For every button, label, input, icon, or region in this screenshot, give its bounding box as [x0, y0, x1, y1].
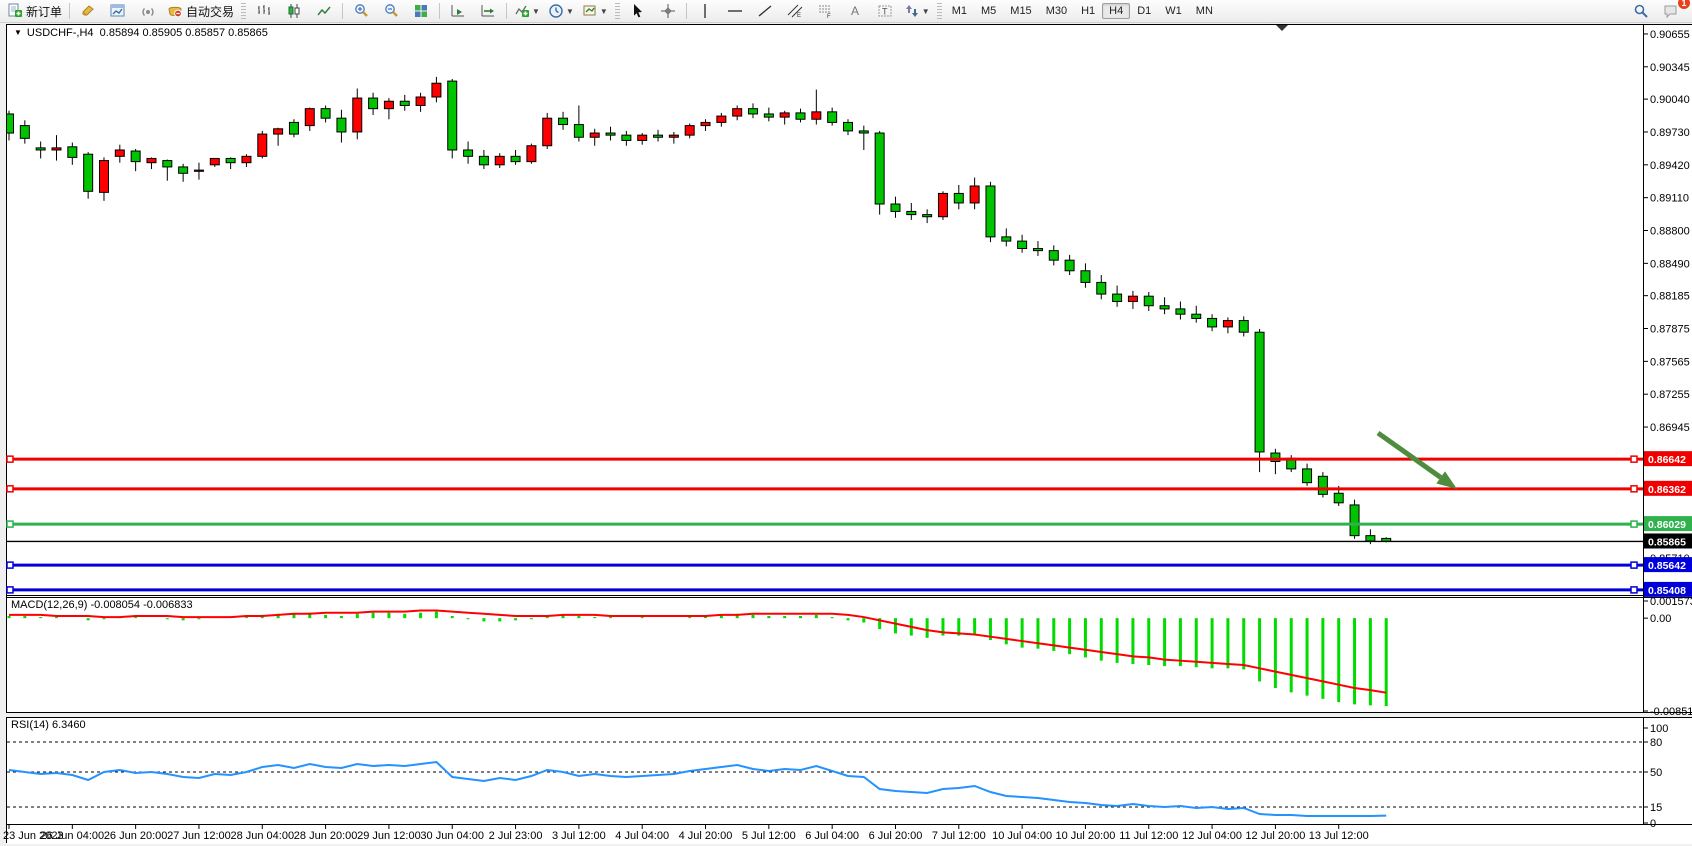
svg-text:100: 100	[1650, 723, 1668, 735]
svg-text:6 Jul 04:00: 6 Jul 04:00	[805, 830, 859, 842]
svg-text:27 Jun 12:00: 27 Jun 12:00	[167, 830, 231, 842]
svg-text:12 Jul 04:00: 12 Jul 04:00	[1182, 830, 1242, 842]
svg-text:0.90655: 0.90655	[1650, 29, 1690, 41]
svg-text:0.00: 0.00	[1650, 613, 1671, 625]
svg-text:6 Jul 20:00: 6 Jul 20:00	[869, 830, 923, 842]
svg-text:2 Jul 23:00: 2 Jul 23:00	[489, 830, 543, 842]
svg-text:3 Jul 12:00: 3 Jul 12:00	[552, 830, 606, 842]
svg-text:0.86362: 0.86362	[1648, 484, 1686, 496]
svg-text:0.87875: 0.87875	[1650, 324, 1690, 336]
svg-text:30 Jun 04:00: 30 Jun 04:00	[420, 830, 484, 842]
ohlc-quote: 0.85894 0.85905 0.85857 0.85865	[100, 27, 268, 39]
rsi-name: RSI(14)	[11, 719, 49, 731]
svg-text:0.87565: 0.87565	[1650, 356, 1690, 368]
rsi-value: 6.3460	[52, 719, 86, 731]
svg-text:4 Jul 20:00: 4 Jul 20:00	[679, 830, 733, 842]
svg-text:7 Jul 12:00: 7 Jul 12:00	[932, 830, 986, 842]
svg-text:50: 50	[1650, 767, 1662, 779]
svg-text:28 Jun 20:00: 28 Jun 20:00	[294, 830, 358, 842]
svg-text:0.89110: 0.89110	[1650, 193, 1689, 205]
svg-text:0.88490: 0.88490	[1650, 258, 1690, 270]
svg-text:26 Jun 04:00: 26 Jun 04:00	[41, 830, 105, 842]
svg-text:-0.008513: -0.008513	[1650, 706, 1692, 718]
svg-text:0.89730: 0.89730	[1650, 127, 1690, 139]
svg-text:0.86029: 0.86029	[1648, 519, 1686, 531]
chart-shift-marker	[1276, 25, 1288, 31]
svg-text:13 Jul 12:00: 13 Jul 12:00	[1309, 830, 1369, 842]
svg-text:5 Jul 12:00: 5 Jul 12:00	[742, 830, 796, 842]
svg-text:26 Jun 20:00: 26 Jun 20:00	[104, 830, 168, 842]
macd-indicator-label: MACD(12,26,9) -0.008054 -0.006833	[11, 599, 193, 611]
svg-text:0.86642: 0.86642	[1648, 454, 1686, 466]
svg-text:4 Jul 04:00: 4 Jul 04:00	[615, 830, 669, 842]
mt4-window: 新订单 自动交易	[0, 0, 1692, 846]
svg-text:11 Jul 12:00: 11 Jul 12:00	[1119, 830, 1178, 842]
svg-text:80: 80	[1650, 737, 1662, 749]
svg-text:29 Jun 12:00: 29 Jun 12:00	[357, 830, 421, 842]
svg-text:0.86945: 0.86945	[1650, 422, 1690, 434]
svg-text:0.89420: 0.89420	[1650, 160, 1690, 172]
chart-canvas[interactable]: 0.90655 0.90345 0.90040 0.89730 0.89420 0.891…	[0, 0, 1692, 846]
svg-text:12 Jul 20:00: 12 Jul 20:00	[1245, 830, 1305, 842]
svg-text:10 Jul 04:00: 10 Jul 04:00	[992, 830, 1052, 842]
svg-text:0.001573: 0.001573	[1650, 596, 1692, 608]
symbol-timeframe: USDCHF-,H4	[27, 27, 94, 39]
svg-text:28 Jun 04:00: 28 Jun 04:00	[230, 830, 294, 842]
svg-text:0.85642: 0.85642	[1648, 560, 1686, 572]
collapse-triangle-icon[interactable]: ▼	[14, 28, 22, 37]
rsi-indicator-label: RSI(14) 6.3460	[11, 719, 86, 731]
svg-text:0.87255: 0.87255	[1650, 389, 1690, 401]
svg-text:0.88185: 0.88185	[1650, 291, 1690, 303]
svg-text:10 Jul 20:00: 10 Jul 20:00	[1055, 830, 1115, 842]
svg-text:0.88800: 0.88800	[1650, 226, 1690, 238]
svg-text:0.90345: 0.90345	[1650, 62, 1690, 74]
svg-text:0: 0	[1650, 818, 1656, 830]
svg-text:15: 15	[1650, 802, 1662, 814]
chart-title: ▼ USDCHF-,H4 0.85894 0.85905 0.85857 0.85…	[14, 27, 268, 39]
svg-text:0.90040: 0.90040	[1650, 94, 1690, 106]
macd-name: MACD(12,26,9)	[11, 599, 87, 611]
trend-arrow-annotation	[1378, 433, 1441, 477]
svg-text:0.85865: 0.85865	[1648, 536, 1686, 548]
macd-values: -0.008054 -0.006833	[90, 599, 192, 611]
